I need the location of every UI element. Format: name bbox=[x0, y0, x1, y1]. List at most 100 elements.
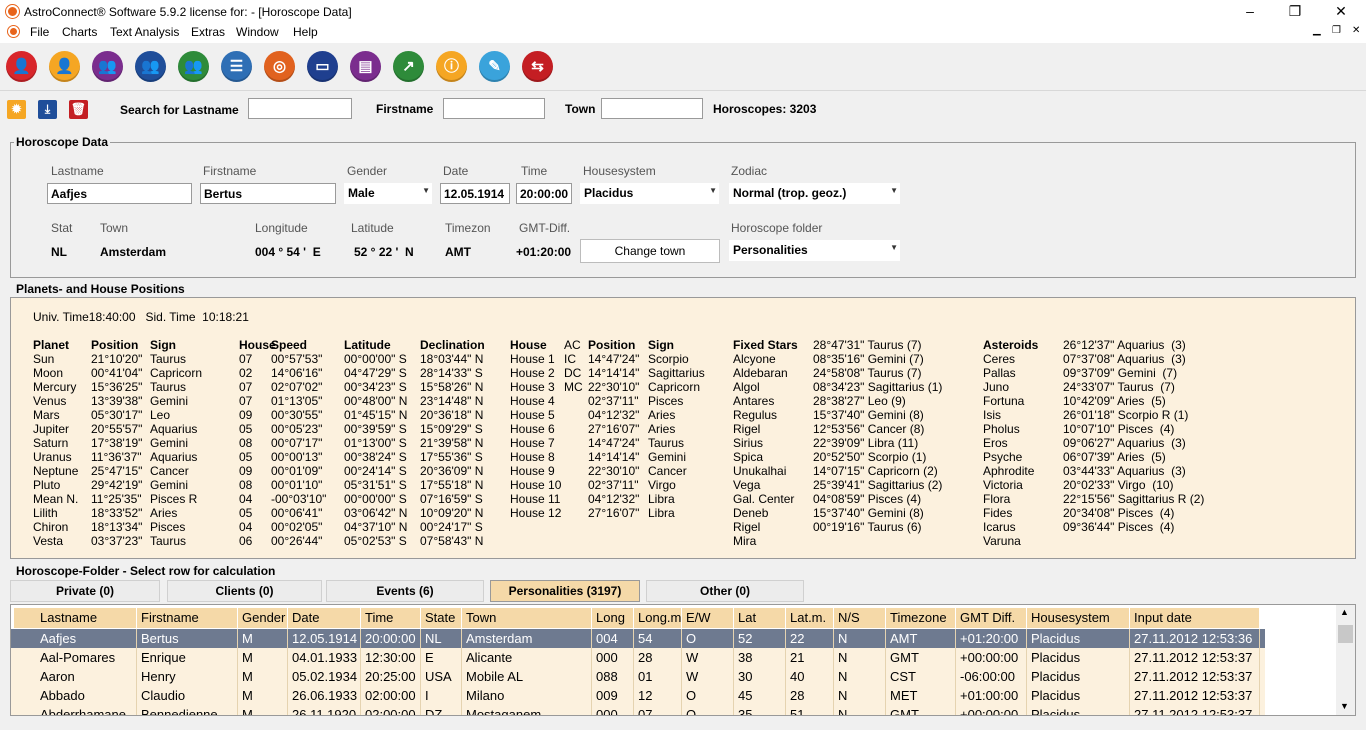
column-header[interactable]: E/W bbox=[682, 608, 734, 628]
planet-col: Planet Sun Moon Mercury Venus Mars Jupiter Satu… bbox=[33, 338, 78, 548]
edit-icon[interactable]: ✎ bbox=[479, 51, 510, 82]
tab-events[interactable]: Events (6) bbox=[326, 580, 484, 602]
globe-icon[interactable]: ◎ bbox=[264, 51, 295, 82]
settings-icon[interactable]: ✹ bbox=[7, 100, 26, 119]
exit-icon[interactable]: ⇆ bbox=[522, 51, 553, 82]
column-header[interactable]: GMT Diff. bbox=[956, 608, 1027, 628]
house-angle-col-cell: AC bbox=[564, 338, 581, 352]
gender-select[interactable]: Male ▼ bbox=[344, 183, 432, 204]
scroll-thumb[interactable] bbox=[1338, 625, 1353, 643]
change-town-button[interactable]: Change town bbox=[580, 239, 720, 263]
menu-extras[interactable]: Extras bbox=[191, 25, 225, 39]
table-row[interactable]: Abbado Claudio M 26.06.1933 02:00:00 I Milano 0… bbox=[11, 686, 1265, 705]
scroll-up-icon[interactable]: ▲ bbox=[1340, 607, 1349, 617]
planet-speed-col-cell: 00°57'53" bbox=[271, 352, 323, 366]
column-header[interactable]: Housesystem bbox=[1027, 608, 1130, 628]
couple-blue-icon[interactable]: 👥 bbox=[135, 51, 166, 82]
column-header[interactable]: Lat.m. bbox=[786, 608, 834, 628]
asteroid-value-col-cell: 06°07'39" Aries (5) bbox=[1063, 450, 1166, 464]
planet-speed-col-cell: 00°01'09" bbox=[271, 464, 323, 478]
house-sign-col-cell: Libra bbox=[648, 506, 675, 520]
column-header[interactable]: Timezone bbox=[886, 608, 956, 628]
menu-charts[interactable]: Charts bbox=[62, 25, 97, 39]
column-header[interactable]: Date bbox=[288, 608, 361, 628]
house-sign-col-cell: Sagittarius bbox=[648, 366, 705, 380]
table-row[interactable]: Aaron Henry M 05.02.1934 20:25:00 USA Mobile A… bbox=[11, 667, 1265, 686]
asteroid-value-col-cell: 09°36'44" Pisces (4) bbox=[1063, 520, 1175, 534]
window-title: AstroConnect® Software 5.9.2 license for… bbox=[24, 5, 352, 19]
planet-sign-col-cell: Pisces R bbox=[150, 492, 198, 506]
firstname-field[interactable]: Bertus bbox=[200, 183, 336, 204]
info-icon[interactable]: ⓘ bbox=[436, 51, 467, 82]
table-cell: Amsterdam bbox=[462, 629, 592, 648]
scroll-down-icon[interactable]: ▼ bbox=[1340, 701, 1349, 711]
table-cell: Aafjes bbox=[36, 629, 137, 648]
tab-personalities[interactable]: Personalities (3197) bbox=[490, 580, 640, 602]
table-row[interactable]: Aafjes Bertus M 12.05.1914 20:00:00 NL Amsterd… bbox=[11, 629, 1265, 648]
timezone-label: Timezon bbox=[445, 221, 491, 235]
planet-speed-col-cell: 00°06'41" bbox=[271, 506, 323, 520]
menu-help[interactable]: Help bbox=[293, 25, 318, 39]
column-header[interactable]: Lastname bbox=[36, 608, 137, 628]
vertical-scrollbar[interactable]: ▲ ▼ bbox=[1336, 605, 1355, 715]
tab-private[interactable]: Private (0) bbox=[10, 580, 160, 602]
couple-purple-icon[interactable]: 👥 bbox=[92, 51, 123, 82]
fixed-star-value-col-cell: 00°19'16" Taurus (6) bbox=[813, 520, 922, 534]
column-header[interactable]: State bbox=[421, 608, 462, 628]
column-header[interactable]: Lat bbox=[734, 608, 786, 628]
fixed-star-col-cell: Antares bbox=[733, 394, 775, 408]
tab-other[interactable]: Other (0) bbox=[646, 580, 804, 602]
column-header[interactable]: N/S bbox=[834, 608, 886, 628]
column-header[interactable]: Gender bbox=[238, 608, 288, 628]
town-label: Town bbox=[100, 221, 129, 235]
positions-panel: Univ. Time18:40:00 Sid. Time 10:18:21 Pl… bbox=[10, 297, 1356, 559]
tab-clients[interactable]: Clients (0) bbox=[167, 580, 322, 602]
column-header[interactable]: Long bbox=[592, 608, 634, 628]
menu-file[interactable]: File bbox=[30, 25, 49, 39]
app-icon bbox=[6, 5, 19, 18]
column-header[interactable]: Input date bbox=[1130, 608, 1260, 628]
chart-icon[interactable]: ↗ bbox=[393, 51, 424, 82]
planet-latitude-col-header: Latitude bbox=[344, 338, 391, 352]
menu-window[interactable]: Window bbox=[236, 25, 279, 39]
download-icon[interactable]: ⤓ bbox=[38, 100, 57, 119]
mdi-restore-button[interactable]: ❐ bbox=[1332, 25, 1341, 36]
restore-button[interactable]: ❐ bbox=[1272, 0, 1318, 23]
column-header[interactable]: Firstname bbox=[137, 608, 238, 628]
person-red-icon[interactable]: 👤 bbox=[6, 51, 37, 82]
search-town-input[interactable] bbox=[601, 98, 703, 119]
planet-latitude-col-cell: 03°06'42" N bbox=[344, 506, 408, 520]
idcard-icon[interactable]: ▭ bbox=[307, 51, 338, 82]
table-row[interactable]: Abderrhamane Bennedienne M 26.11.1920 02:00:… bbox=[11, 705, 1265, 715]
search-lastname-input[interactable] bbox=[248, 98, 352, 119]
mdi-close-button[interactable]: ✕ bbox=[1352, 25, 1360, 36]
column-header[interactable]: Town bbox=[462, 608, 592, 628]
close-button[interactable]: ✕ bbox=[1318, 0, 1364, 23]
mdi-minimize-button[interactable]: ▁ bbox=[1313, 25, 1321, 36]
lastname-field[interactable]: Aafjes bbox=[47, 183, 192, 204]
list-icon[interactable]: ☰ bbox=[221, 51, 252, 82]
time-field[interactable]: 20:00:00 bbox=[516, 183, 572, 204]
housesystem-select[interactable]: Placidus ▼ bbox=[580, 183, 719, 204]
planet-speed-col-cell: 02°07'02" bbox=[271, 380, 323, 394]
asteroid-col-cell: Varuna bbox=[983, 534, 1021, 548]
couple-green-icon[interactable]: 👥 bbox=[178, 51, 209, 82]
date-field[interactable]: 12.05.1914 bbox=[440, 183, 510, 204]
delete-icon[interactable]: 🗑 bbox=[69, 100, 88, 119]
search-firstname-input[interactable] bbox=[443, 98, 545, 119]
folder-select[interactable]: Personalities ▼ bbox=[729, 240, 900, 261]
column-header[interactable]: Long.m bbox=[634, 608, 682, 628]
table-cell: O bbox=[682, 629, 734, 648]
table-row[interactable]: Aal-Pomares Enrique M 04.01.1933 12:30:00 E Al… bbox=[11, 648, 1265, 667]
zodiac-select[interactable]: Normal (trop. geoz.) ▼ bbox=[729, 183, 900, 204]
planet-declination-col-header: Declination bbox=[420, 338, 485, 352]
book-icon[interactable]: ▤ bbox=[350, 51, 381, 82]
column-header[interactable]: Time bbox=[361, 608, 421, 628]
planet-position-col-cell: 18°33'52" bbox=[91, 506, 143, 520]
minimize-button[interactable]: – bbox=[1227, 0, 1273, 23]
person-orange-icon[interactable]: 👤 bbox=[49, 51, 80, 82]
planet-sign-col-cell: Pisces bbox=[150, 520, 186, 534]
fixed-star-col-cell: Unukalhai bbox=[733, 464, 787, 478]
menu-text-analysis[interactable]: Text Analysis bbox=[110, 25, 179, 39]
table-cell: N bbox=[834, 648, 886, 667]
